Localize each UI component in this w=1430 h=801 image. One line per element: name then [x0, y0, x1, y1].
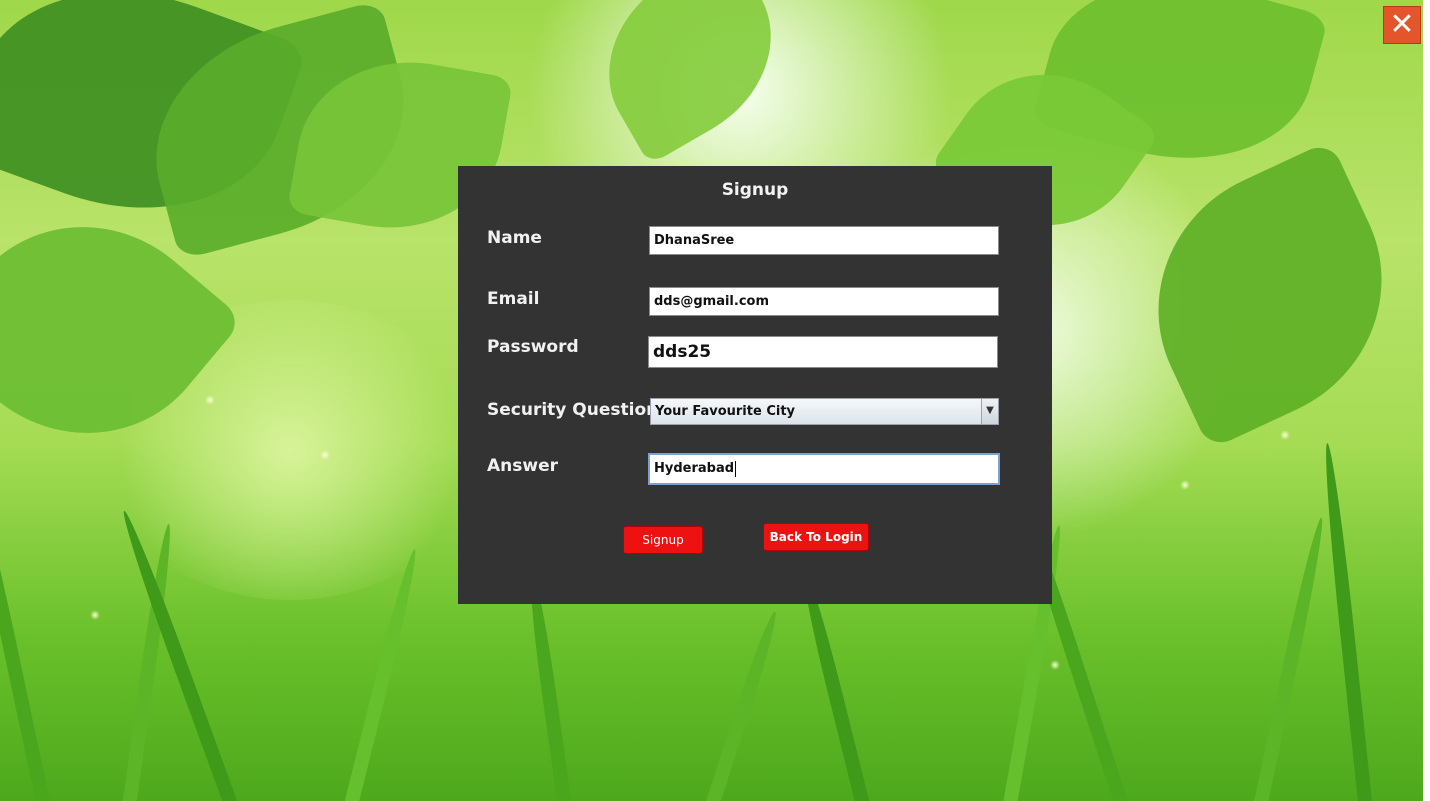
email-field[interactable]: dds@gmail.com	[649, 287, 999, 316]
answer-label: Answer	[487, 456, 558, 476]
window-edge	[1423, 0, 1430, 801]
form-title: Signup	[721, 180, 789, 200]
password-field[interactable]: dds25	[648, 336, 998, 368]
back-to-login-button[interactable]: Back To Login	[763, 523, 869, 551]
chevron-down-icon[interactable]: ▼	[981, 399, 998, 424]
answer-value: Hyderabad	[654, 461, 735, 476]
security-question-selected: Your Favourite City	[655, 404, 796, 419]
name-field[interactable]: DhanaSree	[649, 226, 999, 255]
security-question-dropdown[interactable]: Your Favourite City ▼	[650, 398, 999, 425]
name-label: Name	[487, 228, 542, 248]
answer-field[interactable]: Hyderabad	[648, 453, 1000, 485]
close-icon: ✕	[1389, 7, 1415, 42]
signup-panel: Signup Name DhanaSree Email dds@gmail.co…	[458, 166, 1052, 604]
email-label: Email	[487, 289, 540, 309]
security-question-label: Security Question	[487, 400, 659, 420]
close-button[interactable]: ✕	[1383, 6, 1421, 44]
password-label: Password	[487, 337, 579, 357]
text-caret	[735, 460, 737, 477]
signup-button[interactable]: Signup	[623, 526, 703, 554]
